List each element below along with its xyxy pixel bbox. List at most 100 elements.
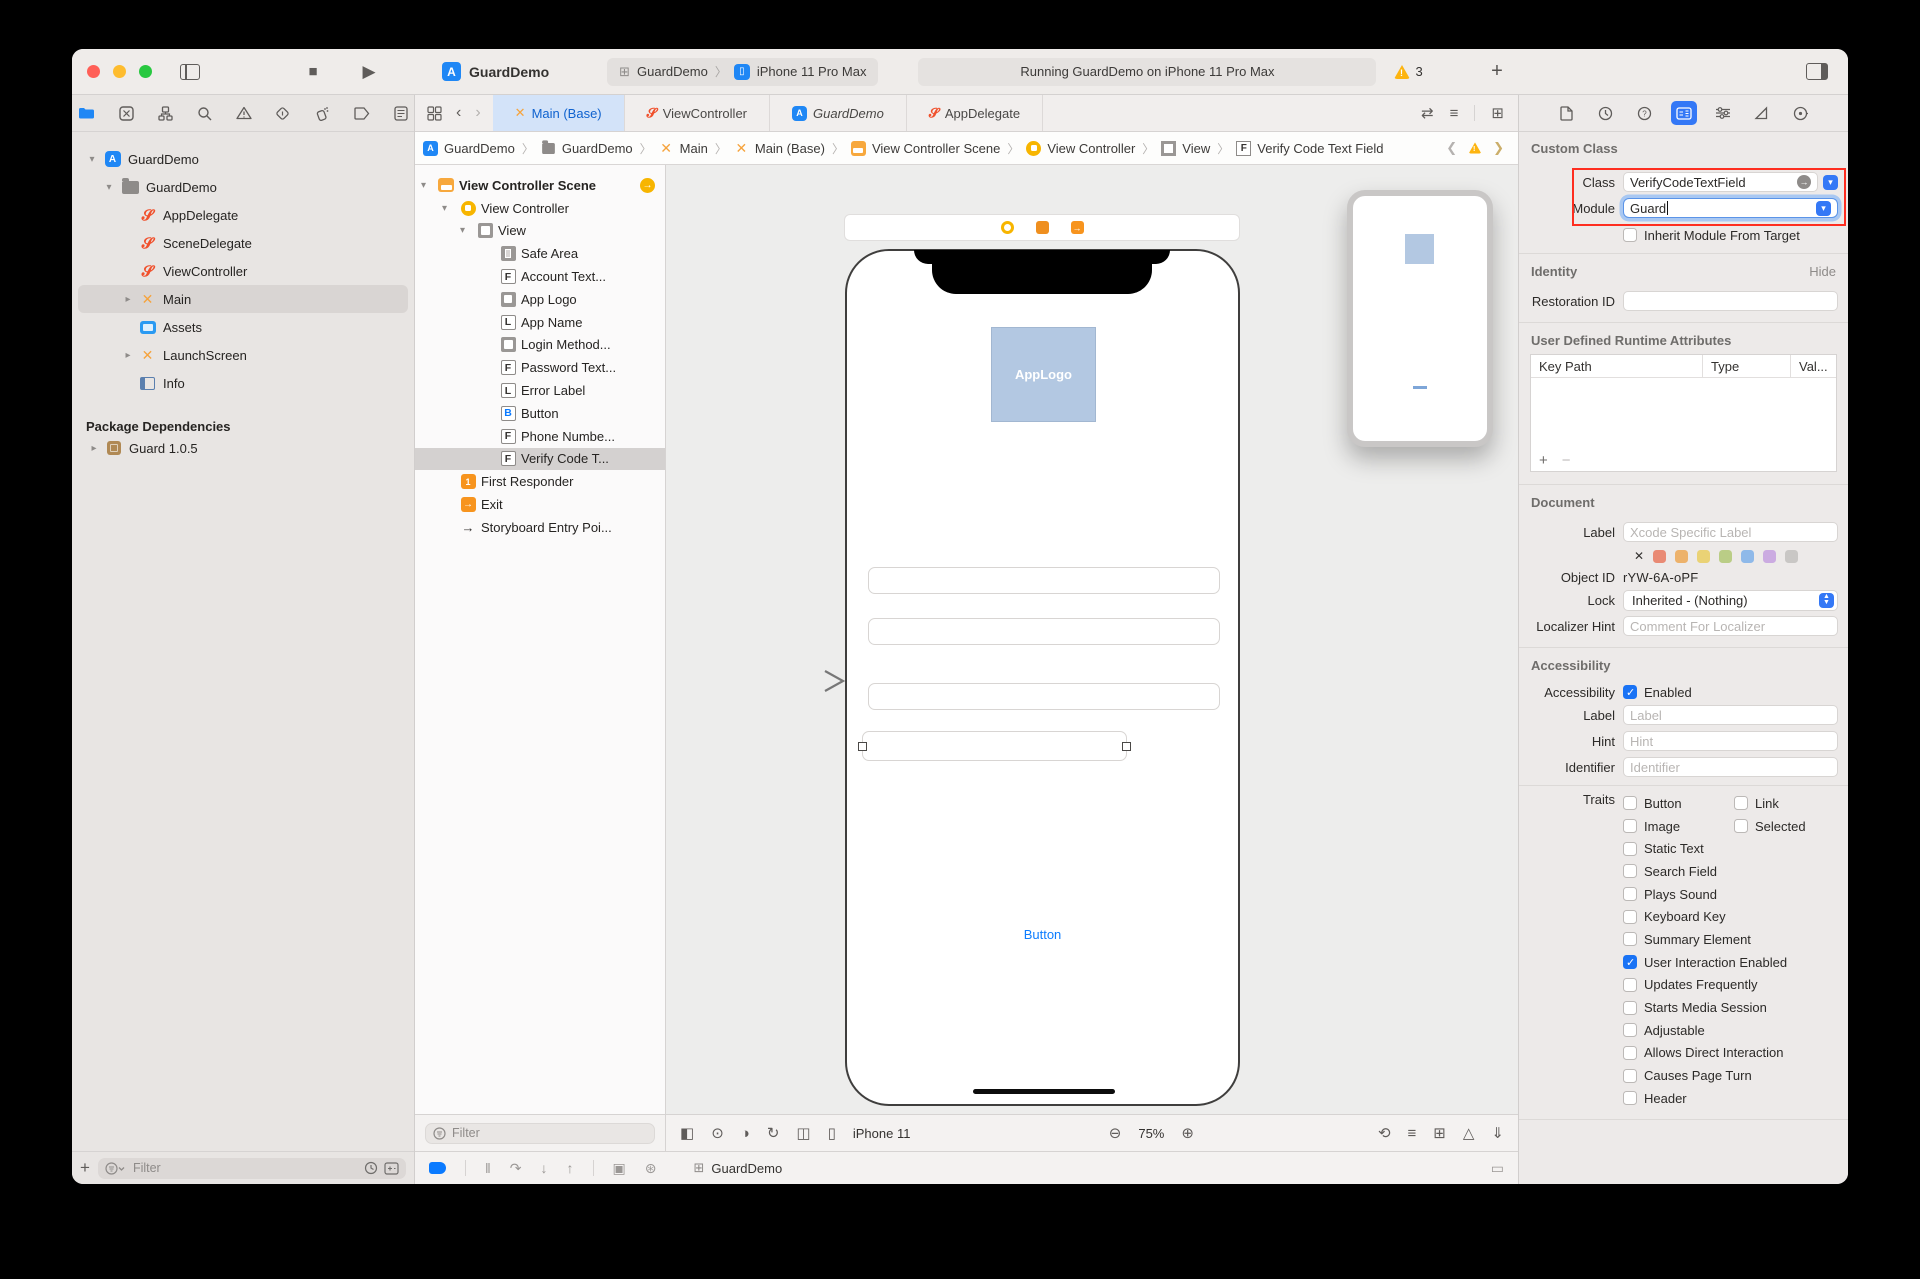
outline-first-responder[interactable]: 1 First Responder: [415, 470, 665, 493]
adjust-editor-icon[interactable]: ≡: [1450, 105, 1459, 122]
add-constraints-icon[interactable]: ⊞: [1433, 1124, 1446, 1142]
step-out-icon[interactable]: ↑: [567, 1160, 574, 1176]
trait-plays-sound-checkbox[interactable]: [1623, 887, 1637, 901]
forward-button[interactable]: ›: [475, 104, 480, 122]
remove-attribute-button[interactable]: −: [1562, 452, 1571, 469]
outline-view[interactable]: ▾ View: [415, 220, 665, 243]
column-value[interactable]: Val...: [1791, 359, 1836, 374]
trait-summary-element-checkbox[interactable]: [1623, 932, 1637, 946]
trait-static-text-checkbox[interactable]: [1623, 842, 1637, 856]
first-responder-icon[interactable]: [1036, 221, 1049, 234]
accessibility-enabled-checkbox[interactable]: [1623, 685, 1637, 699]
accessibility-preview-icon[interactable]: ⊙: [711, 1124, 724, 1142]
warning-icon[interactable]: [1469, 142, 1482, 153]
find-navigator-icon[interactable]: [197, 106, 212, 121]
hide-outline-icon[interactable]: ◧: [680, 1124, 694, 1142]
module-field[interactable]: Guard ▾: [1623, 198, 1838, 218]
outline-phone-textfield[interactable]: F Phone Numbe...: [415, 425, 665, 448]
hide-button[interactable]: Hide: [1809, 264, 1836, 279]
trait-updates-frequently-checkbox[interactable]: [1623, 978, 1637, 992]
crumb-main-base[interactable]: ✕Main (Base): [734, 141, 825, 156]
view-controller-icon[interactable]: [1001, 221, 1014, 234]
minimize-button[interactable]: [113, 65, 126, 78]
report-navigator-icon[interactable]: [394, 106, 408, 121]
tab-viewcontroller[interactable]: 𝓢 ViewController: [625, 95, 770, 131]
crumb-project[interactable]: AGuardDemo: [423, 141, 515, 156]
outline-entry-point[interactable]: → Storyboard Entry Poi...: [415, 516, 665, 539]
symbol-navigator-icon[interactable]: [158, 106, 173, 121]
zoom-level[interactable]: 75%: [1138, 1126, 1164, 1141]
account-textfield[interactable]: [868, 567, 1220, 594]
nav-item-assets[interactable]: Assets: [72, 313, 414, 341]
nav-item-main-storyboard[interactable]: ▸ ✕ Main: [78, 285, 408, 313]
tab-appdelegate[interactable]: 𝓢 AppDelegate: [907, 95, 1043, 131]
nav-item-appdelegate[interactable]: 𝓢 AppDelegate: [72, 201, 414, 229]
attributes-inspector-icon[interactable]: [1710, 101, 1736, 125]
outline-app-logo[interactable]: App Logo: [415, 288, 665, 311]
identity-inspector-icon[interactable]: [1671, 101, 1697, 125]
recent-files-icon[interactable]: [364, 1161, 378, 1175]
trait-adjustable-checkbox[interactable]: [1623, 1023, 1637, 1037]
zoom-out-icon[interactable]: ⊖: [1109, 1124, 1122, 1142]
stop-button[interactable]: ■: [300, 63, 326, 80]
crumb-view[interactable]: View: [1161, 141, 1210, 156]
crumb-view-controller[interactable]: View Controller: [1026, 141, 1135, 156]
swatch-yellow[interactable]: [1697, 550, 1710, 563]
swatch-green[interactable]: [1719, 550, 1732, 563]
a11y-label-field[interactable]: Label: [1623, 705, 1838, 725]
tab-guarddemo[interactable]: A GuardDemo: [770, 95, 907, 131]
warning-badge[interactable]: 3: [1394, 64, 1422, 79]
disclosure-open-icon[interactable]: ▾: [442, 203, 447, 214]
crumb-group[interactable]: GuardDemo: [541, 141, 633, 156]
disclosure-open-icon[interactable]: ▾: [421, 180, 426, 191]
outline-scene[interactable]: ▾ View Controller Scene →: [415, 174, 665, 197]
phone-number-textfield[interactable]: [868, 683, 1220, 710]
pause-icon[interactable]: ‖: [485, 1160, 491, 1176]
disclosure-closed-icon[interactable]: ▸: [122, 294, 134, 305]
lock-dropdown[interactable]: Inherited - (Nothing) ▲▼: [1623, 590, 1838, 611]
trait-button-checkbox[interactable]: [1623, 796, 1637, 810]
outline-app-name[interactable]: L App Name: [415, 311, 665, 334]
align-icon[interactable]: ≡: [1408, 1125, 1417, 1142]
trait-keyboard-key-checkbox[interactable]: [1623, 910, 1637, 924]
back-button[interactable]: ‹: [456, 104, 461, 122]
resize-handle-left[interactable]: [858, 742, 867, 751]
outline-password-textfield[interactable]: F Password Text...: [415, 356, 665, 379]
outline-view-controller[interactable]: ▾ View Controller: [415, 197, 665, 220]
resize-handle-right[interactable]: [1122, 742, 1131, 751]
go-arrow-icon[interactable]: →: [640, 178, 655, 193]
trait-header-checkbox[interactable]: [1623, 1091, 1637, 1105]
disclosure-open-icon[interactable]: ▾: [460, 225, 465, 236]
class-dropdown-icon[interactable]: ▾: [1823, 175, 1838, 190]
navigator-filter-input[interactable]: Filter: [98, 1158, 406, 1179]
swatch-orange[interactable]: [1675, 550, 1688, 563]
debug-process[interactable]: ⊞ GuardDemo: [694, 1160, 783, 1176]
disclosure-open-icon[interactable]: ▾: [103, 182, 115, 193]
outline-exit[interactable]: → Exit: [415, 493, 665, 516]
test-navigator-icon[interactable]: [275, 106, 290, 121]
trait-search-field-checkbox[interactable]: [1623, 864, 1637, 878]
embed-icon[interactable]: ⇓: [1491, 1124, 1504, 1142]
crumb-main[interactable]: ✕Main: [659, 141, 708, 156]
next-issue-icon[interactable]: ❯: [1493, 140, 1504, 156]
nav-item-scenedelegate[interactable]: 𝓢 SceneDelegate: [72, 229, 414, 257]
disclosure-closed-icon[interactable]: ▸: [88, 443, 100, 454]
breakpoints-toggle-icon[interactable]: [429, 1162, 446, 1174]
trait-starts-media-checkbox[interactable]: [1623, 1001, 1637, 1015]
nav-item-group[interactable]: ▾ GuardDemo: [72, 173, 414, 201]
a11y-hint-field[interactable]: Hint: [1623, 731, 1838, 751]
disclosure-open-icon[interactable]: ▾: [86, 154, 98, 165]
help-inspector-icon[interactable]: ?: [1632, 101, 1658, 125]
source-control-navigator-icon[interactable]: [119, 106, 134, 121]
device-label[interactable]: iPhone 11: [853, 1126, 911, 1141]
appearance-icon[interactable]: ◑: [741, 1125, 750, 1142]
new-tab-button[interactable]: +: [1484, 60, 1510, 83]
related-items-icon[interactable]: [427, 106, 442, 121]
trait-direct-interaction-checkbox[interactable]: [1623, 1046, 1637, 1060]
console-toggle-icon[interactable]: ▭: [1491, 1160, 1504, 1177]
swatch-red[interactable]: [1653, 550, 1666, 563]
column-key-path[interactable]: Key Path: [1531, 355, 1703, 377]
disclosure-closed-icon[interactable]: ▸: [122, 350, 134, 361]
prev-issue-icon[interactable]: ❮: [1446, 140, 1457, 156]
swatch-blue[interactable]: [1741, 550, 1754, 563]
